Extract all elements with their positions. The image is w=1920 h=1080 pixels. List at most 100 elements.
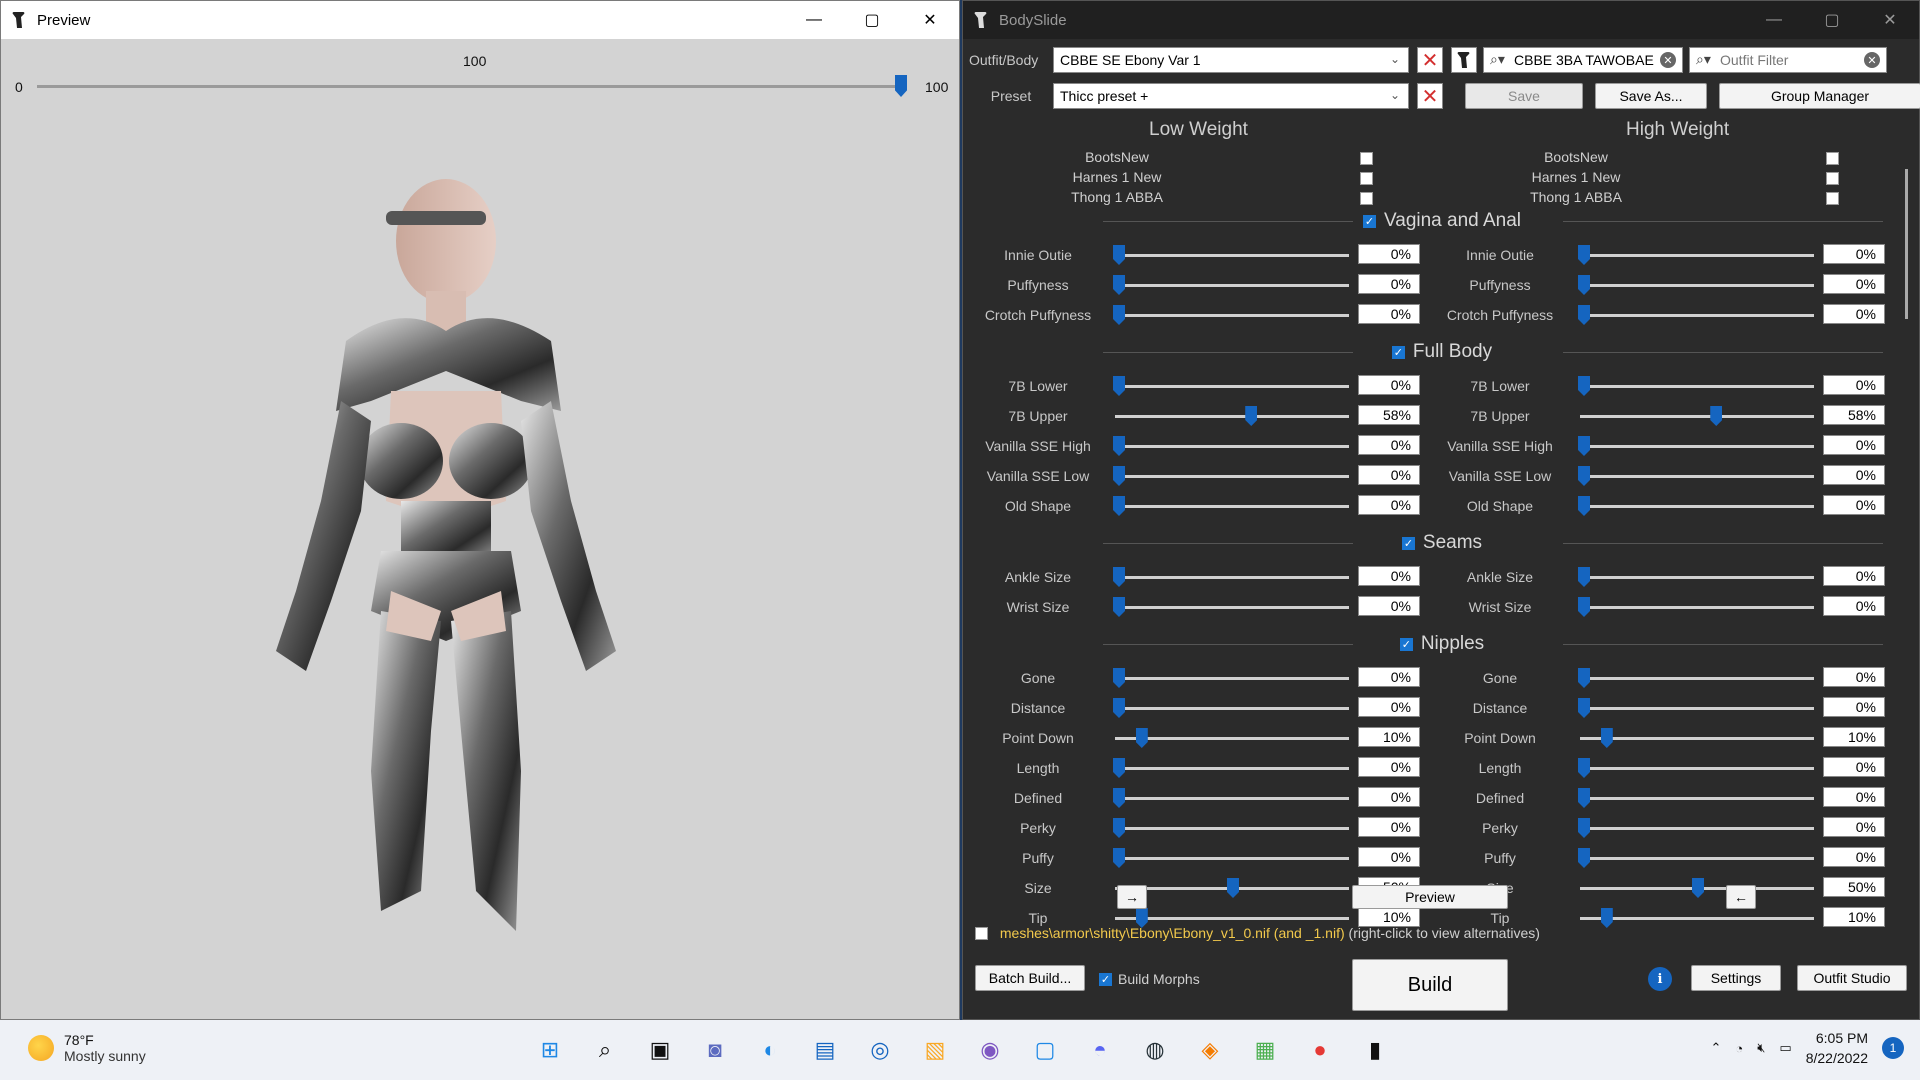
delete-outfit-button[interactable]: ✕ bbox=[1417, 47, 1443, 73]
slider-track-low[interactable] bbox=[1115, 415, 1349, 418]
bodyslide-icon[interactable]: ▮ bbox=[1355, 1030, 1395, 1070]
slider-value-high[interactable]: 0% bbox=[1823, 304, 1885, 324]
slider-track-low[interactable] bbox=[1115, 284, 1349, 287]
slider-thumb-low[interactable] bbox=[1113, 567, 1125, 587]
slider-track-high[interactable] bbox=[1580, 445, 1814, 448]
slider-value-low[interactable]: 0% bbox=[1358, 667, 1420, 687]
slider-thumb-high[interactable] bbox=[1578, 496, 1590, 516]
save-as-button[interactable]: Save As... bbox=[1595, 83, 1707, 109]
minecraft-icon[interactable]: ▦ bbox=[1245, 1030, 1285, 1070]
slider-track-high[interactable] bbox=[1580, 917, 1814, 920]
slider-thumb-low[interactable] bbox=[1113, 698, 1125, 718]
slider-thumb-high[interactable] bbox=[1578, 668, 1590, 688]
bodyslide-titlebar[interactable]: BodySlide — ▢ ✕ bbox=[963, 1, 1919, 39]
slider-thumb-high[interactable] bbox=[1578, 245, 1590, 265]
slider-track-low[interactable] bbox=[1115, 475, 1349, 478]
outfit-select[interactable]: CBBE SE Ebony Var 1 ⌄ bbox=[1053, 47, 1409, 73]
slider-thumb-high[interactable] bbox=[1600, 728, 1613, 748]
file-explorer-icon[interactable]: ▧ bbox=[915, 1030, 955, 1070]
preview-titlebar[interactable]: Preview — ▢ ✕ bbox=[1, 1, 959, 39]
slider-track-high[interactable] bbox=[1580, 827, 1814, 830]
task-view-icon[interactable]: ▣ bbox=[640, 1030, 680, 1070]
slider-thumb-high[interactable] bbox=[1578, 597, 1590, 617]
slider-track-low[interactable] bbox=[1115, 677, 1349, 680]
slider-thumb-high[interactable] bbox=[1710, 406, 1723, 426]
slider-value-high[interactable]: 0% bbox=[1823, 274, 1885, 294]
slider-value-high[interactable]: 0% bbox=[1823, 697, 1885, 717]
slider-thumb-high[interactable] bbox=[1578, 848, 1590, 868]
build-button[interactable]: Build bbox=[1352, 959, 1508, 1011]
slider-value-high[interactable]: 0% bbox=[1823, 244, 1885, 264]
slider-track-low[interactable] bbox=[1115, 767, 1349, 770]
slider-thumb-low[interactable] bbox=[1135, 728, 1148, 748]
slider-thumb-low[interactable] bbox=[1113, 788, 1125, 808]
steam-icon[interactable]: ◍ bbox=[1135, 1030, 1175, 1070]
save-button[interactable]: Save bbox=[1465, 83, 1583, 109]
slider-track-low[interactable] bbox=[1115, 737, 1349, 740]
slider-track-high[interactable] bbox=[1580, 254, 1814, 257]
slider-track-high[interactable] bbox=[1580, 606, 1814, 609]
slider-value-high[interactable]: 0% bbox=[1823, 787, 1885, 807]
slider-track-high[interactable] bbox=[1580, 767, 1814, 770]
outfit-studio-button[interactable]: Outfit Studio bbox=[1797, 965, 1907, 991]
slider-scrollbar[interactable] bbox=[1898, 149, 1916, 879]
chevron-up-icon[interactable]: ⌃ bbox=[1710, 1040, 1721, 1056]
slider-value-high[interactable]: 0% bbox=[1823, 667, 1885, 687]
slider-value-low[interactable]: 0% bbox=[1358, 465, 1420, 485]
slider-value-high[interactable]: 50% bbox=[1823, 877, 1885, 897]
slider-thumb-low[interactable] bbox=[1113, 275, 1125, 295]
group-manager-button[interactable]: Group Manager bbox=[1719, 83, 1920, 109]
preset-select[interactable]: Thicc preset + ⌄ bbox=[1053, 83, 1409, 109]
minimize-icon[interactable]: — bbox=[785, 1, 843, 39]
clear-icon[interactable]: ✕ bbox=[1864, 52, 1880, 68]
slider-value-low[interactable]: 0% bbox=[1358, 375, 1420, 395]
slider-value-low[interactable]: 0% bbox=[1358, 244, 1420, 264]
slider-thumb-low[interactable] bbox=[1113, 668, 1125, 688]
preview-slider-thumb[interactable] bbox=[895, 75, 907, 97]
slider-value-high[interactable]: 10% bbox=[1823, 727, 1885, 747]
slider-track-high[interactable] bbox=[1580, 505, 1814, 508]
slider-track-high[interactable] bbox=[1580, 737, 1814, 740]
group-checkbox[interactable]: ✓ bbox=[1363, 214, 1376, 228]
slider-thumb-high[interactable] bbox=[1578, 275, 1590, 295]
slider-track-low[interactable] bbox=[1115, 797, 1349, 800]
app2-icon[interactable]: ◉ bbox=[970, 1030, 1010, 1070]
slider-value-high[interactable]: 0% bbox=[1823, 566, 1885, 586]
maximize-icon[interactable]: ▢ bbox=[1803, 1, 1861, 39]
zap-checkbox-low[interactable] bbox=[1360, 152, 1373, 165]
slider-thumb-high[interactable] bbox=[1578, 376, 1590, 396]
slider-value-low[interactable]: 0% bbox=[1358, 757, 1420, 777]
slider-value-high[interactable]: 0% bbox=[1823, 817, 1885, 837]
output-path[interactable]: meshes\armor\shitty\Ebony\Ebony_v1_0.nif… bbox=[1000, 925, 1345, 941]
windows-start-icon[interactable]: ⊞ bbox=[530, 1030, 570, 1070]
slider-thumb-high[interactable] bbox=[1578, 788, 1590, 808]
slider-thumb-high[interactable] bbox=[1578, 466, 1590, 486]
slider-thumb-high[interactable] bbox=[1578, 758, 1590, 778]
slider-value-low[interactable]: 0% bbox=[1358, 787, 1420, 807]
slider-thumb-low[interactable] bbox=[1113, 305, 1125, 325]
slider-value-low[interactable]: 10% bbox=[1358, 907, 1420, 927]
slider-thumb-high[interactable] bbox=[1600, 908, 1613, 928]
zap-checkbox-high[interactable] bbox=[1826, 192, 1839, 205]
clear-icon[interactable]: ✕ bbox=[1660, 52, 1676, 68]
app-icon[interactable]: ◎ bbox=[860, 1030, 900, 1070]
zap-checkbox-high[interactable] bbox=[1826, 152, 1839, 165]
slider-value-low[interactable]: 58% bbox=[1358, 405, 1420, 425]
slider-value-low[interactable]: 10% bbox=[1358, 727, 1420, 747]
edge-icon[interactable]: ◐ bbox=[750, 1030, 790, 1070]
slider-thumb-low[interactable] bbox=[1113, 758, 1125, 778]
clock[interactable]: 6:05 PM 8/22/2022 bbox=[1806, 1028, 1868, 1068]
slider-track-high[interactable] bbox=[1580, 677, 1814, 680]
volume-muted-icon[interactable]: 🔇︎ bbox=[1757, 1040, 1765, 1056]
minimize-icon[interactable]: — bbox=[1745, 1, 1803, 39]
maximize-icon[interactable]: ▢ bbox=[843, 1, 901, 39]
discord-icon[interactable]: ◓ bbox=[1080, 1030, 1120, 1070]
battery-icon[interactable]: ▭ bbox=[1779, 1040, 1791, 1056]
slider-value-high[interactable]: 0% bbox=[1823, 757, 1885, 777]
slider-track-high[interactable] bbox=[1580, 385, 1814, 388]
close-icon[interactable]: ✕ bbox=[901, 1, 959, 39]
scrollbar-thumb[interactable] bbox=[1905, 169, 1908, 319]
zap-checkbox-low[interactable] bbox=[1360, 192, 1373, 205]
slider-track-low[interactable] bbox=[1115, 385, 1349, 388]
app4-icon[interactable]: ◈ bbox=[1190, 1030, 1230, 1070]
